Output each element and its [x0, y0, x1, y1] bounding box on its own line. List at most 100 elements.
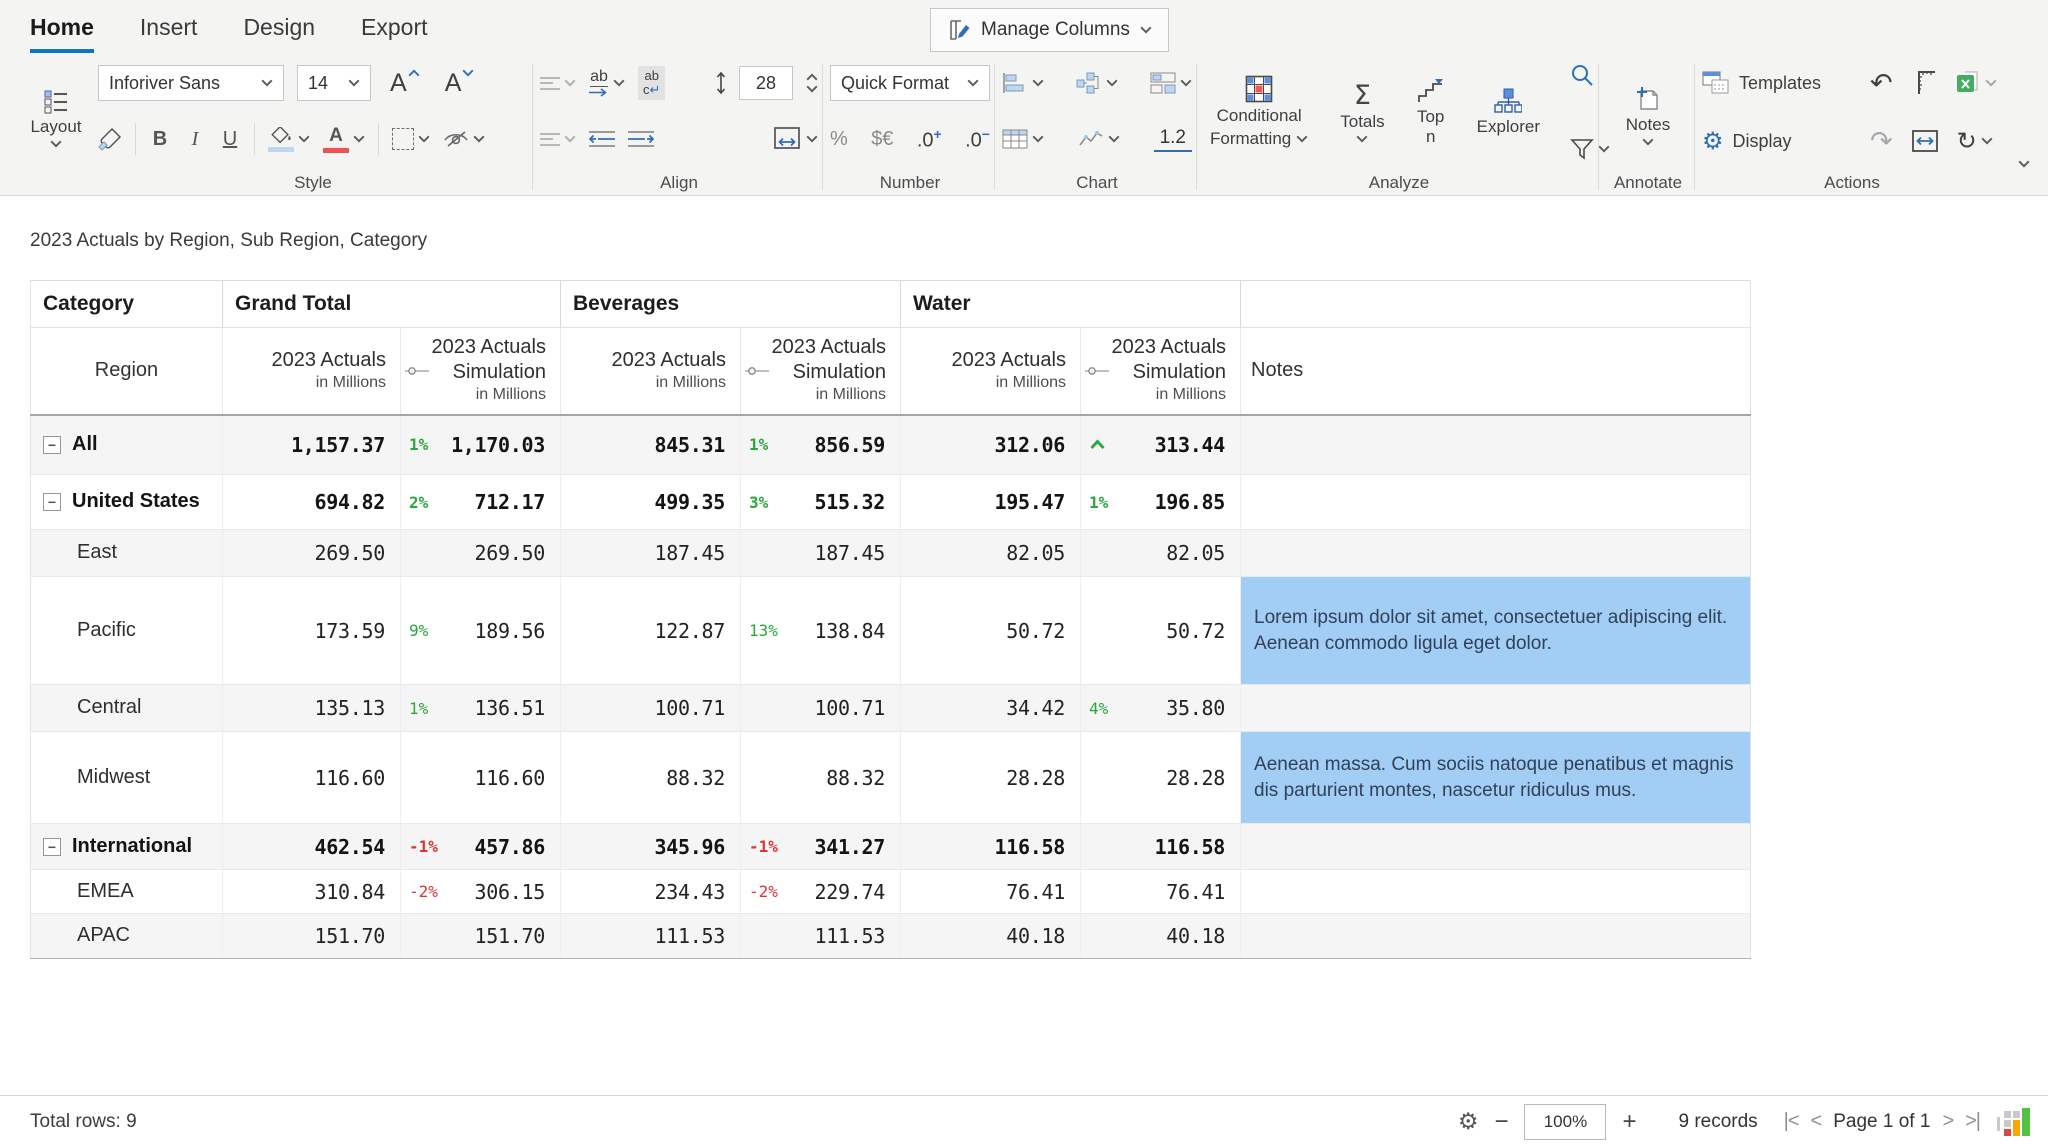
combo-chart-button[interactable]: [1076, 72, 1118, 94]
value-cell[interactable]: 310.84: [222, 869, 401, 914]
last-page-button[interactable]: >|: [1965, 1110, 1981, 1133]
row-height-stepper[interactable]: [806, 73, 818, 93]
simulation-cell[interactable]: 88.32: [740, 731, 901, 824]
value-cell[interactable]: 234.43: [560, 869, 741, 914]
table-style-button[interactable]: [1002, 129, 1044, 149]
value-cell[interactable]: 111.53: [560, 913, 741, 959]
simulation-cell[interactable]: -1% 457.86: [400, 823, 561, 870]
font-color-button[interactable]: A: [323, 126, 365, 153]
undo-button[interactable]: ↶: [1870, 70, 1893, 97]
bold-button[interactable]: B: [149, 128, 171, 151]
totals-button[interactable]: Σ Totals: [1334, 60, 1390, 164]
value-cell[interactable]: 187.45: [560, 529, 741, 577]
display-button[interactable]: ⚙ Display: [1702, 129, 1852, 153]
simulation-cell[interactable]: 76.41: [1079, 869, 1241, 914]
tab-export[interactable]: Export: [361, 14, 427, 49]
increase-decimal-button[interactable]: .0+: [917, 126, 942, 153]
simulation-cell[interactable]: 9% 189.56: [400, 576, 561, 685]
simulation-cell[interactable]: 116.60: [400, 731, 561, 824]
simulation-cell[interactable]: 151.70: [400, 913, 561, 959]
wrap-text-button[interactable]: ab c↵: [638, 66, 666, 100]
value-cell[interactable]: 173.59: [222, 576, 401, 685]
value-cell[interactable]: 195.47: [900, 474, 1081, 530]
measure-actuals-header[interactable]: 2023 Actuals in Millions: [560, 327, 741, 416]
value-cell[interactable]: 462.54: [222, 823, 401, 870]
previous-page-button[interactable]: <: [1811, 1110, 1823, 1133]
notes-cell[interactable]: [1240, 823, 1752, 870]
explorer-button[interactable]: Explorer: [1471, 60, 1546, 164]
zoom-out-button[interactable]: −: [1494, 1109, 1508, 1134]
notes-cell[interactable]: Lorem ipsum dolor sit amet, consectetuer…: [1240, 576, 1752, 685]
settings-gear-icon[interactable]: ⚙: [1458, 1109, 1479, 1135]
category-cell[interactable]: Pacific: [30, 576, 223, 685]
value-cell[interactable]: 88.32: [560, 731, 741, 824]
font-size-select[interactable]: 14: [297, 65, 371, 101]
value-cell[interactable]: 34.42: [900, 684, 1081, 732]
category-cell[interactable]: − United States: [30, 474, 223, 530]
fill-color-button[interactable]: [268, 126, 310, 152]
next-page-button[interactable]: >: [1942, 1110, 1954, 1133]
tab-design[interactable]: Design: [243, 14, 315, 49]
quick-format-select[interactable]: Quick Format: [830, 65, 990, 101]
category-cell[interactable]: EMEA: [30, 869, 223, 914]
category-cell[interactable]: Central: [30, 684, 223, 732]
simulation-cell[interactable]: -1% 341.27: [740, 823, 901, 870]
simulation-cell[interactable]: 50.72: [1079, 576, 1241, 685]
value-cell[interactable]: 135.13: [222, 684, 401, 732]
simulation-cell[interactable]: 28.28: [1079, 731, 1241, 824]
tab-insert[interactable]: Insert: [140, 14, 198, 49]
top-n-button[interactable]: Top n: [1411, 60, 1451, 164]
value-cell[interactable]: 40.18: [900, 913, 1081, 959]
value-cell[interactable]: 28.28: [900, 731, 1081, 824]
fit-width-button[interactable]: [1911, 129, 1939, 153]
resize-button[interactable]: [1911, 70, 1937, 96]
category-cell[interactable]: East: [30, 529, 223, 577]
italic-button[interactable]: I: [184, 128, 206, 151]
borders-button[interactable]: [392, 128, 430, 150]
simulation-cell[interactable]: 4% 35.80: [1079, 684, 1241, 732]
measure-simulation-header[interactable]: 2023 Actuals Simulation in Millions: [1079, 327, 1241, 416]
simulation-slider-icon[interactable]: [745, 366, 769, 376]
simulation-cell[interactable]: 2% 712.17: [400, 474, 561, 530]
value-cell[interactable]: 50.72: [900, 576, 1081, 685]
simulation-cell[interactable]: 1% 856.59: [740, 414, 901, 475]
zoom-in-button[interactable]: +: [1622, 1109, 1636, 1134]
value-cell[interactable]: 1,157.37: [222, 414, 401, 475]
conditional-formatting-button[interactable]: Conditional Formatting: [1204, 60, 1314, 164]
refresh-button[interactable]: ↻: [1957, 129, 1993, 153]
currency-format-button[interactable]: $€: [871, 128, 893, 151]
manage-columns-button[interactable]: Manage Columns: [930, 8, 1169, 52]
notes-button[interactable]: Notes: [1606, 60, 1690, 172]
value-cell[interactable]: 82.05: [900, 529, 1081, 577]
measure-simulation-header[interactable]: 2023 Actuals Simulation in Millions: [400, 327, 561, 416]
export-excel-button[interactable]: [1955, 70, 1997, 96]
value-cell[interactable]: 269.50: [222, 529, 401, 577]
column-group-water[interactable]: Water: [899, 280, 1241, 328]
filter-button[interactable]: [1570, 138, 1610, 160]
column-width-button[interactable]: [772, 126, 818, 152]
value-cell[interactable]: 116.60: [222, 731, 401, 824]
notes-cell[interactable]: Aenean massa. Cum sociis natoque penatib…: [1240, 731, 1752, 824]
value-cell[interactable]: 100.71: [560, 684, 741, 732]
simulation-cell[interactable]: -2% 306.15: [400, 869, 561, 914]
simulation-cell[interactable]: 82.05: [1079, 529, 1241, 577]
simulation-cell[interactable]: 313.44: [1079, 414, 1241, 475]
panel-chart-button[interactable]: [1150, 72, 1192, 94]
simulation-cell[interactable]: 40.18: [1079, 913, 1241, 959]
measure-simulation-header[interactable]: 2023 Actuals Simulation in Millions: [740, 327, 901, 416]
collapse-icon[interactable]: −: [43, 837, 61, 856]
collapse-icon[interactable]: −: [43, 435, 61, 454]
simulation-cell[interactable]: 187.45: [740, 529, 901, 577]
simulation-cell[interactable]: 13% 138.84: [740, 576, 901, 685]
collapse-ribbon-icon[interactable]: [2018, 160, 2030, 168]
number-precision-button[interactable]: 1.2: [1153, 126, 1192, 152]
value-cell[interactable]: 845.31: [560, 414, 741, 475]
zoom-level-input[interactable]: 100%: [1524, 1103, 1607, 1140]
category-cell[interactable]: − All: [30, 414, 223, 475]
notes-cell[interactable]: [1240, 529, 1752, 577]
increase-font-size-button[interactable]: A: [384, 68, 426, 99]
category-cell[interactable]: Midwest: [30, 731, 223, 824]
category-header[interactable]: Category: [30, 280, 223, 328]
decrease-font-size-button[interactable]: A: [439, 68, 481, 99]
category-cell[interactable]: − International: [30, 823, 223, 870]
